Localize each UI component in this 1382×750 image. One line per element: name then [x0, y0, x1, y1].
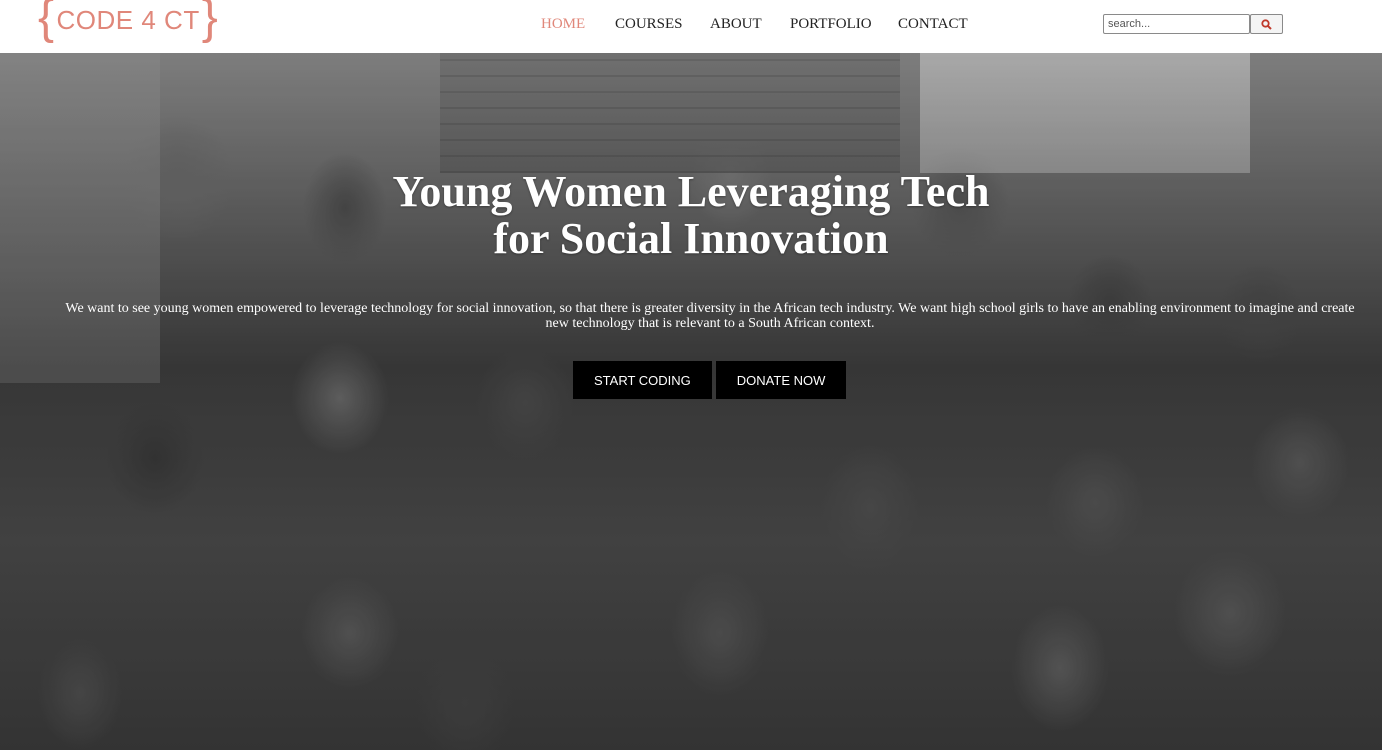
site-header: { CODE 4 CT } HOME COURSES ABOUT PORTFOL…: [0, 0, 1382, 53]
hero-buttons: START CODING DONATE NOW: [573, 361, 847, 399]
hero-title: Young Women Leveraging Tech for Social I…: [0, 168, 1382, 262]
logo-text: CODE 4 CT: [56, 4, 200, 35]
donate-now-button[interactable]: DONATE NOW: [715, 361, 847, 399]
search-icon: [1261, 18, 1272, 30]
nav-item-home[interactable]: HOME: [541, 16, 585, 33]
search-input[interactable]: [1103, 14, 1250, 34]
search-button[interactable]: [1250, 14, 1283, 34]
nav-item-about[interactable]: ABOUT: [710, 16, 762, 33]
nav-item-portfolio[interactable]: PORTFOLIO: [790, 16, 872, 33]
hero-title-line-2: for Social Innovation: [493, 214, 889, 263]
hero-title-line-1: Young Women Leveraging Tech: [392, 167, 990, 216]
search-form: [1103, 14, 1283, 34]
logo[interactable]: { CODE 4 CT }: [38, 0, 218, 48]
hero-photo-overlay: [0, 53, 1382, 750]
logo-close-brace: }: [201, 0, 219, 44]
nav-item-courses[interactable]: COURSES: [615, 16, 683, 33]
logo-open-brace: {: [38, 0, 55, 44]
nav-item-contact[interactable]: CONTACT: [898, 16, 968, 33]
hero-section: Young Women Leveraging Tech for Social I…: [0, 53, 1382, 750]
start-coding-button[interactable]: START CODING: [573, 361, 712, 399]
hero-description: We want to see young women empowered to …: [65, 301, 1355, 331]
